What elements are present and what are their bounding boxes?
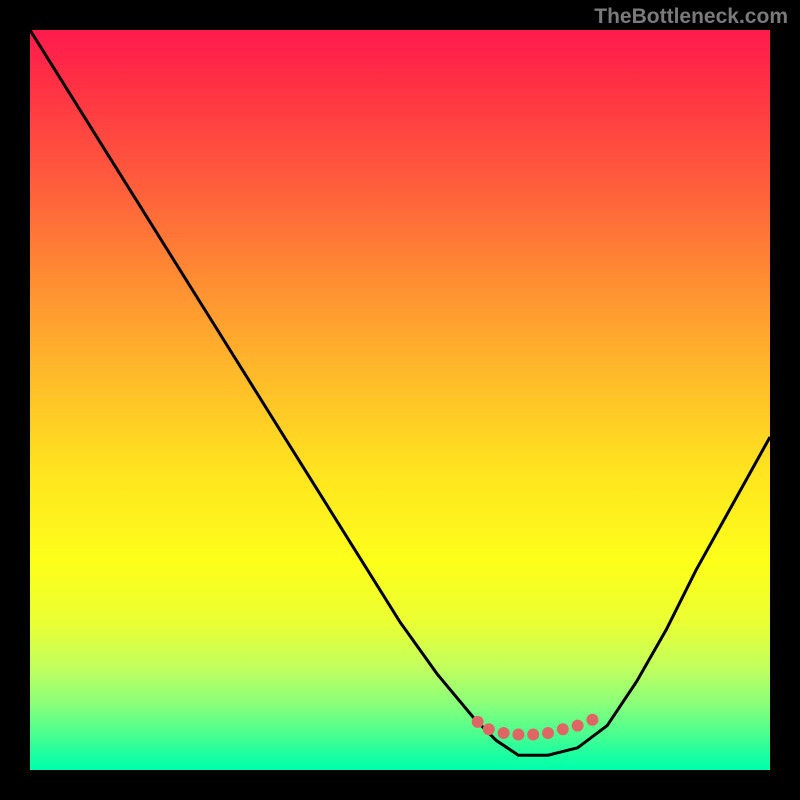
curve-marker (498, 727, 510, 739)
chart-plot-area (30, 30, 770, 770)
curve-marker (512, 729, 524, 741)
curve-marker (483, 723, 495, 735)
chart-svg (30, 30, 770, 770)
curve-marker (557, 723, 569, 735)
bottleneck-curve-path (30, 30, 770, 755)
watermark-text: TheBottleneck.com (594, 5, 788, 29)
curve-marker (572, 720, 584, 732)
curve-marker (472, 716, 484, 728)
curve-marker (542, 727, 554, 739)
curve-marker (527, 729, 539, 741)
curve-marker (586, 714, 598, 726)
